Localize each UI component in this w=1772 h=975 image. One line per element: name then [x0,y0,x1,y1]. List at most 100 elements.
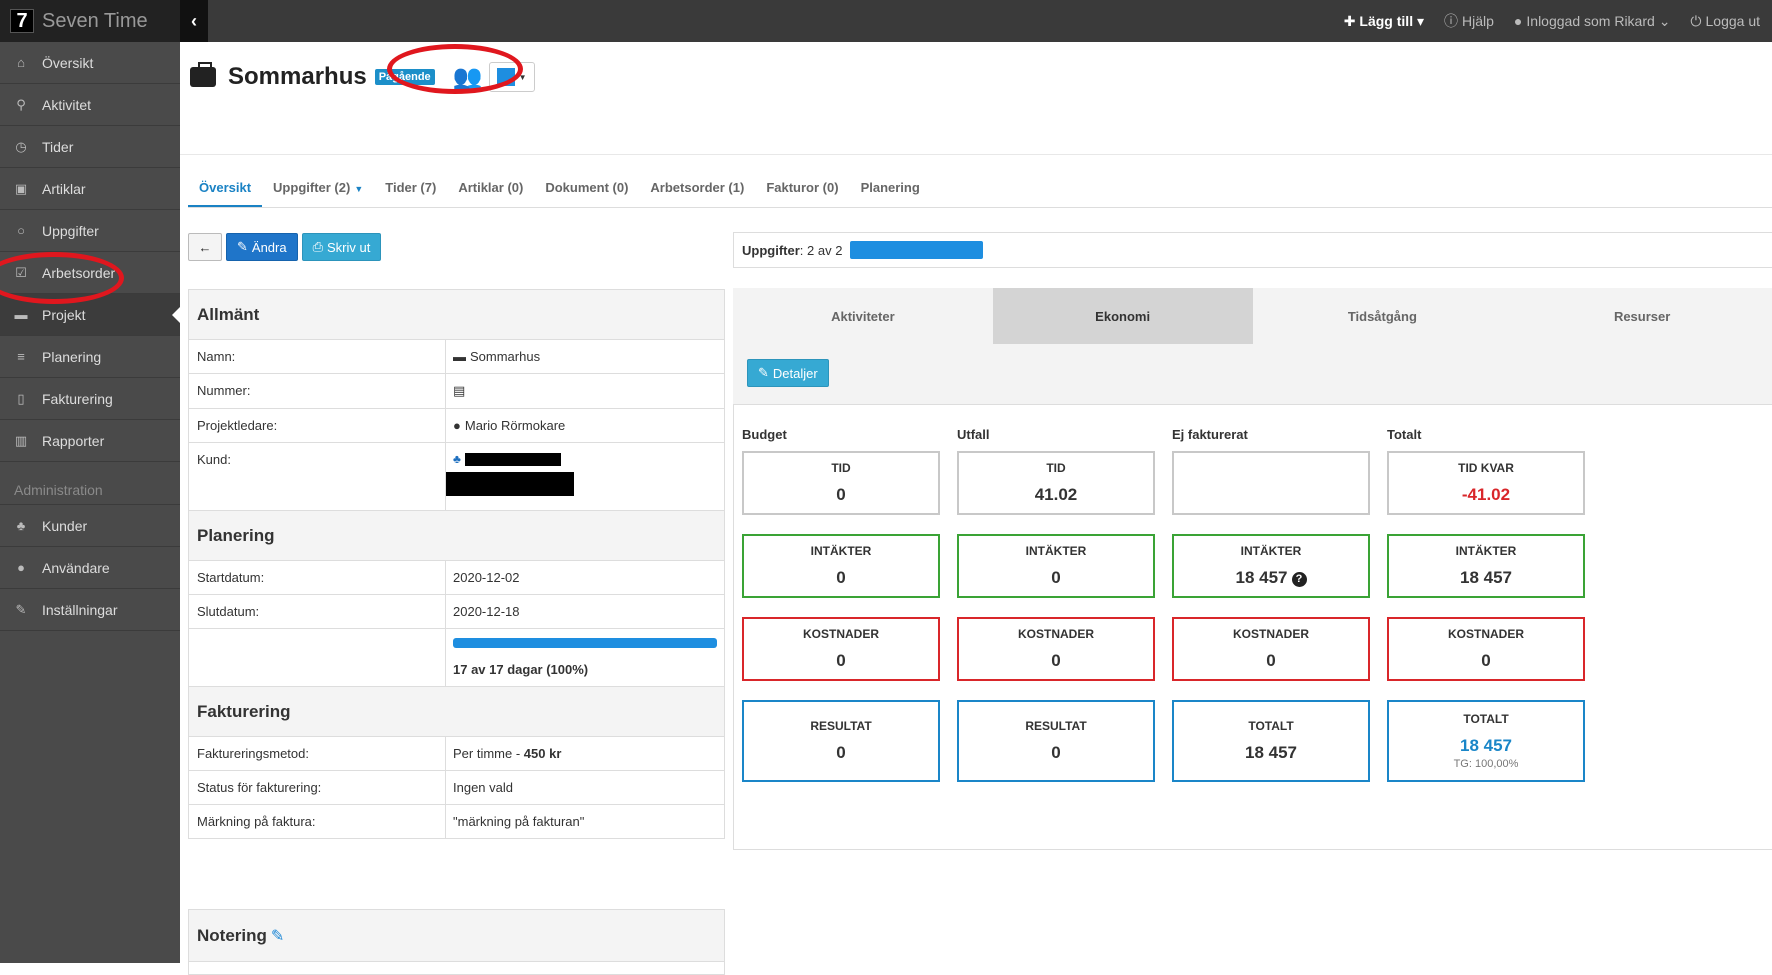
customer-link[interactable]: ♣ [446,452,717,466]
sidebar-item-rapporter[interactable]: ▥ Rapporter [0,420,180,462]
sitemap-icon: ♣ [453,452,461,466]
edit-button[interactable]: ✎ Ändra [226,233,298,261]
sidebar-item-anv-ndare[interactable]: ● Användare [0,547,180,589]
economy-cell-value: 0 [1266,651,1275,671]
users-icon[interactable]: 👥 [453,63,483,92]
sidebar-item-label: Kunder [42,517,88,534]
economy-cell: RESULTAT 0 [957,700,1155,782]
info-circle-icon: ⓘ [1444,13,1459,29]
sidebar-item-arbetsorder[interactable]: ☑ Arbetsorder [0,252,180,294]
economy-tab-0[interactable]: Aktiviteter [733,288,993,344]
brand[interactable]: 7 Seven Time [0,0,180,42]
tab-7[interactable]: Planering [850,172,931,208]
sidebar-item-label: Fakturering [42,390,113,407]
briefcase-icon: ▬ [453,349,466,364]
info-value: ● Mario Rörmokare [446,409,724,442]
sidebar-item--versikt[interactable]: ⌂ Översikt [0,42,180,84]
sidebar-item-kunder[interactable]: ♣ Kunder [0,505,180,547]
economy-value-text: 0 [1051,651,1061,670]
sidebar-item-label: Tider [42,138,74,155]
status-badge: Pågående [374,69,435,85]
sidebar-item-fakturering[interactable]: ▯ Fakturering [0,378,180,420]
sidebar-item-inst-llningar[interactable]: ✎ Inställningar [0,589,180,631]
sidebar-item-label: Rapporter [42,432,105,449]
planning-progress-track [453,638,717,648]
economy-cell-value: 0 [836,743,845,763]
sidebar-item-aktivitet[interactable]: ⚲ Aktivitet [0,84,180,126]
tab-3[interactable]: Artiklar (0) [447,172,534,208]
economy-cell-label: KOSTNADER [802,627,879,641]
print-button[interactable]: ⎙ Skriv ut [301,233,382,261]
sidebar-item-label: Projekt [42,306,86,323]
color-picker[interactable]: ▼ [488,62,535,92]
tab-label: Uppgifter (2) [273,180,351,195]
economy-grid: Budget Utfall Ej fakturerat Totalt TID 0 TID 41… [733,404,1772,850]
logout-link[interactable]: ⏻ Logga ut [1690,13,1760,30]
economy-cell-value: 18 457 [1460,736,1512,756]
economy-tab-2[interactable]: Tidsåtgång [1253,288,1513,344]
add-menu-button[interactable]: ✚ Lägg till ▾ [1344,13,1424,30]
print-button-label: Skriv ut [327,239,371,255]
info-key: Nummer: [189,374,446,408]
sidebar-item-label: Användare [42,559,110,576]
help-link[interactable]: ⓘ Hjälp [1444,11,1494,31]
economy-cell-label: INTÄKTER [1025,544,1087,558]
sidebar-item-artiklar[interactable]: ▣ Artiklar [0,168,180,210]
tab-5[interactable]: Arbetsorder (1) [639,172,755,208]
sidebar-item-projekt[interactable]: ▬ Projekt [0,294,180,336]
info-row-billing-status: Status för fakturering: Ingen vald [189,771,724,805]
economy-tab-3[interactable]: Resurser [1512,288,1772,344]
end-date-value: 2020-12-18 [453,604,520,619]
economy-value-text: 18 457 [1235,568,1288,587]
economy-cell-label: TOTALT [1248,719,1294,733]
sidebar-item-planering[interactable]: ≡ Planering [0,336,180,378]
economy-column-header: Ej fakturerat [1172,427,1248,442]
power-icon: ⏻ [1690,12,1702,29]
economy-cell-value: 0 [836,485,845,505]
edit-button-label: Ändra [251,239,287,255]
tab-1[interactable]: Uppgifter (2) ▼ [262,172,374,208]
sidebar-item-uppgifter[interactable]: ○ Uppgifter [0,210,180,252]
economy-value-text: 0 [1051,568,1061,587]
briefcase-icon: ▬ [14,307,28,322]
economy-cell-value: 0 [1051,743,1060,763]
billing-price-value: 450 kr [523,746,562,761]
economy-value-text: 18 457 [1460,568,1512,587]
info-key: Slutdatum: [189,595,446,628]
money-icon: ▣ [14,180,28,196]
tab-6[interactable]: Fakturor (0) [755,172,849,208]
info-value: Per timme - 450 kr [446,737,724,770]
economy-tab-1[interactable]: Ekonomi [992,288,1253,344]
economy-cell [1172,451,1370,515]
details-button[interactable]: ✎ Detaljer [747,359,829,387]
edit-icon[interactable]: ✎ [271,926,284,946]
back-button[interactable]: ← [188,233,222,261]
info-key: Kund: [189,443,446,510]
divider [188,207,1772,208]
economy-value-text: 0 [836,568,846,587]
sitemap-icon: ♣ [16,518,26,533]
redacted-customer-address [446,472,574,496]
sidebar-item-tider[interactable]: ◷ Tider [0,126,180,168]
sidebar-item-label: Översikt [42,54,94,71]
book-icon: ▤ [453,383,466,398]
top-bar: 7 Seven Time ‹ ✚ Lägg till ▾ ⓘ Hjälp ● Inlo… [0,0,1772,42]
chevron-left-icon[interactable]: ‹ [180,0,208,42]
info-row-customer: Kund: ♣ [189,443,724,511]
tab-4[interactable]: Dokument (0) [534,172,639,208]
tasks-progress-text: : 2 av 2 [799,242,843,258]
tab-2[interactable]: Tider (7) [374,172,447,208]
info-row-end: Slutdatum: 2020-12-18 [189,595,724,629]
tab-label: Översikt [199,180,252,195]
info-row-start: Startdatum: 2020-12-02 [189,561,724,595]
economy-cell-label: TID KVAR [1458,461,1514,475]
economy-cell-value: 18 457 [1460,568,1512,588]
info-key: Faktureringsmetod: [189,737,446,770]
question-circle-icon[interactable]: ? [1291,572,1307,587]
tab-0[interactable]: Översikt [188,172,263,208]
info-key: Startdatum: [189,561,446,594]
tab-label: Artiklar (0) [458,180,524,195]
sidebar-item-label: Uppgifter [42,222,99,239]
user-menu[interactable]: ● Inloggad som Rikard ⌄ [1514,13,1671,30]
bar-chart-icon: ▥ [14,432,28,448]
